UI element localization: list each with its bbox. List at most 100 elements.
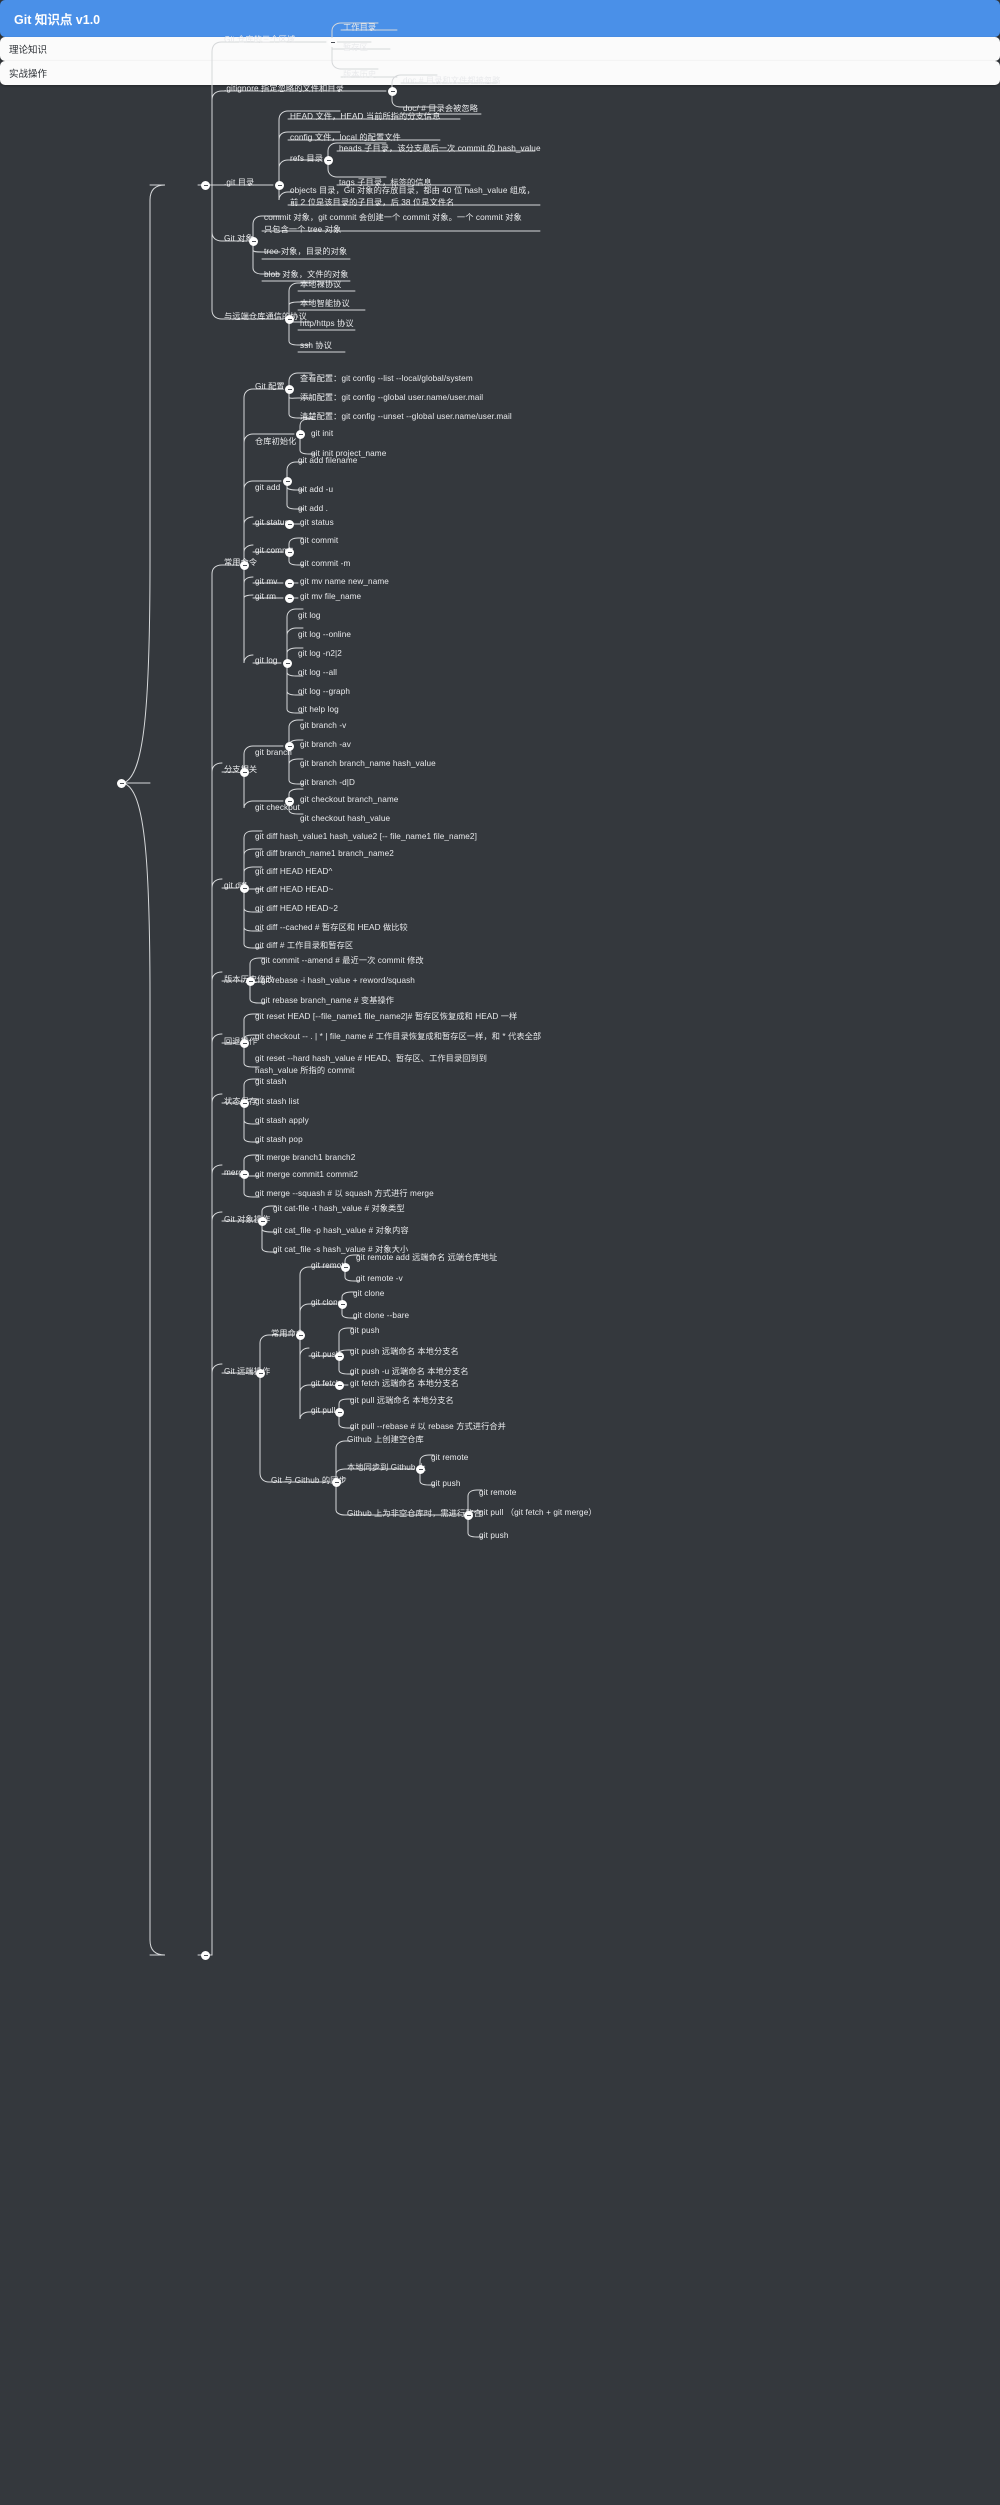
collapse-toggle-remote-ops[interactable] [256, 1369, 265, 1378]
node-protocol-local-bare[interactable]: 本地裸协议 [298, 279, 343, 293]
collapse-toggle-git-config[interactable] [285, 385, 294, 394]
node-git-diff-cached[interactable]: git diff --cached # 暂存区和 HEAD 做比较 [253, 922, 410, 936]
node-nonempty-push[interactable]: git push [477, 1530, 510, 1544]
node-git-stash-apply[interactable]: git stash apply [253, 1115, 311, 1129]
node-working-dir[interactable]: 工作目录 [341, 22, 378, 36]
node-git-mv-cmd[interactable]: git mv name new_name [298, 576, 391, 590]
node-fetch-cmd[interactable]: git fetch 远端命名 本地分支名 [348, 1378, 461, 1392]
collapse-toggle-git-log[interactable] [283, 659, 292, 668]
node-staging-area[interactable]: 暂存区 [341, 42, 370, 56]
node-clone-bare[interactable]: git clone --bare [351, 1310, 411, 1324]
node-git-stash-pop[interactable]: git stash pop [253, 1134, 305, 1148]
node-merge-branches[interactable]: git merge branch1 branch2 [253, 1152, 357, 1166]
node-git-branch-hash[interactable]: git branch branch_name hash_value [298, 758, 438, 772]
collapse-toggle-theory[interactable] [201, 181, 210, 190]
collapse-toggle-merge[interactable] [240, 1170, 249, 1179]
node-git-log[interactable]: git log [253, 655, 280, 669]
collapse-toggle-history[interactable] [246, 977, 255, 986]
collapse-toggle-objectops[interactable] [258, 1217, 267, 1226]
node-git-branch-av[interactable]: git branch -av [298, 739, 353, 753]
collapse-toggle-stash[interactable] [240, 1099, 249, 1108]
collapse-toggle-git-remote[interactable] [341, 1263, 350, 1272]
node-nonempty-remote[interactable]: git remote [477, 1487, 518, 1501]
collapse-toggle-git-pull[interactable] [335, 1408, 344, 1417]
node-protocols[interactable]: 与远端仓库通信的协议 [222, 311, 309, 325]
collapse-toggle-git-branch[interactable] [285, 742, 294, 751]
node-reset-hard[interactable]: git reset --hard hash_value # HEAD、暂存区、工… [253, 1053, 521, 1078]
node-push-cmd[interactable]: git push [348, 1325, 381, 1339]
node-git-areas[interactable]: Git 仓库的三个区域 [222, 34, 297, 48]
node-git-diff-head-tilde[interactable]: git diff HEAD HEAD~ [253, 884, 335, 898]
collapse-toggle-git-rm[interactable] [285, 594, 294, 603]
collapse-toggle-refs[interactable] [324, 156, 333, 165]
collapse-toggle-rollback[interactable] [240, 1039, 249, 1048]
node-protocol-http[interactable]: http/https 协议 [298, 318, 356, 332]
node-git-log-all[interactable]: git log --all [296, 667, 339, 681]
node-git-branch-d[interactable]: git branch -d|D [298, 777, 357, 791]
node-git-commit-m[interactable]: git commit -m [298, 558, 352, 572]
node-refs-dir[interactable]: refs 目录 [288, 153, 325, 167]
node-pull-rebase[interactable]: git pull --rebase # 以 rebase 方式进行合并 [348, 1421, 508, 1435]
node-remote-add[interactable]: git remote add 远端命名 远端仓库地址 [354, 1252, 499, 1266]
node-clone-cmd[interactable]: git clone [351, 1288, 386, 1302]
collapse-toggle-git-checkout[interactable] [285, 797, 294, 806]
node-gitignore-doc[interactable]: doc # 目录和文件都被忽略 [401, 75, 503, 89]
collapse-toggle-gitdir[interactable] [275, 181, 284, 190]
node-git-rm[interactable]: git rm [253, 591, 278, 605]
node-objects-dir[interactable]: objects 目录，Git 对象的存放目录，都由 40 位 hash_valu… [288, 185, 544, 210]
node-git-status-cmd[interactable]: git status [298, 517, 336, 531]
node-github-create-empty[interactable]: Github 上创建空仓库 [345, 1434, 426, 1448]
collapse-toggle-remote-common[interactable] [296, 1331, 305, 1340]
node-pull-cmd[interactable]: git pull 远端命名 本地分支名 [348, 1395, 456, 1409]
collapse-toggle-git-clone[interactable] [338, 1300, 347, 1309]
root-node[interactable]: Git 知识点 v1.0 [0, 0, 1000, 37]
node-cat-file-p[interactable]: git cat_file -p hash_value # 对象内容 [271, 1225, 411, 1239]
node-git-add-u[interactable]: git add -u [296, 484, 335, 498]
node-config-unset[interactable]: 清楚配置：git config --unset --global user.na… [298, 411, 514, 425]
node-git-stash[interactable]: git stash [253, 1076, 288, 1090]
node-git-pull[interactable]: git pull [309, 1405, 337, 1419]
collapse-toggle-git-status[interactable] [285, 520, 294, 529]
node-config-list[interactable]: 查看配置：git config --list --local/global/sy… [298, 373, 475, 387]
node-head-file[interactable]: HEAD 文件，HEAD 当前所指的分支信息 [288, 111, 443, 125]
node-git-rm-cmd[interactable]: git mv file_name [298, 591, 363, 605]
node-refs-heads[interactable]: heads 子目录，该分支最后一次 commit 的 hash_value [337, 143, 543, 157]
branch-theory[interactable]: 理论知识 [0, 37, 1000, 61]
collapse-toggle-git-push[interactable] [335, 1352, 344, 1361]
node-git-log-online[interactable]: git log --online [296, 629, 353, 643]
collapse-toggle-branch[interactable] [240, 768, 249, 777]
node-config-add[interactable]: 添加配置：git config --global user.name/user.… [298, 392, 485, 406]
node-git-branch-v[interactable]: git branch -v [298, 720, 348, 734]
node-git-mv[interactable]: git mv [253, 576, 279, 590]
node-git-add[interactable]: git add [253, 482, 282, 496]
node-git-checkout-branch[interactable]: git checkout branch_name [298, 794, 400, 808]
node-git-diff-branches[interactable]: git diff branch_name1 branch_name2 [253, 848, 396, 862]
collapse-toggle-gitobjects[interactable] [249, 237, 258, 246]
node-git-config[interactable]: Git 配置 [253, 381, 287, 395]
collapse-toggle-github-sync[interactable] [332, 1478, 341, 1487]
node-rebase-branch[interactable]: git rebase branch_name # 变基操作 [259, 995, 396, 1009]
node-protocol-ssh[interactable]: ssh 协议 [298, 340, 334, 354]
node-commit-amend[interactable]: git commit --amend # 最近一次 commit 修改 [259, 955, 426, 969]
node-checkout-restore[interactable]: git checkout -- . | * | file_name # 工作目录… [253, 1031, 543, 1045]
node-git-checkout[interactable]: git checkout [253, 802, 302, 816]
collapse-toggle-areas[interactable] [328, 38, 337, 47]
node-version-history[interactable]: 版本历史 [341, 69, 378, 83]
collapse-toggle-git-mv[interactable] [285, 579, 294, 588]
node-nonempty-pull[interactable]: git pull （git fetch + git merge） [477, 1507, 599, 1521]
node-sync-push[interactable]: git push [429, 1478, 462, 1492]
node-git-diff-head-caret[interactable]: git diff HEAD HEAD^ [253, 866, 334, 880]
collapse-toggle-git-fetch[interactable] [335, 1381, 344, 1390]
node-push-remote-branch[interactable]: git push 远端命名 本地分支名 [348, 1346, 461, 1360]
node-git-commit-cmd[interactable]: git commit [298, 535, 340, 549]
node-git-checkout-hash[interactable]: git checkout hash_value [298, 813, 392, 827]
collapse-toggle-repo-init[interactable] [296, 430, 305, 439]
node-merge-commits[interactable]: git merge commit1 commit2 [253, 1169, 360, 1183]
collapse-toggle-protocols[interactable] [285, 315, 294, 324]
node-git-help-log[interactable]: git help log [296, 704, 341, 718]
node-remote-v[interactable]: git remote -v [354, 1273, 405, 1287]
node-commit-object[interactable]: commit 对象，git commit 会创建一个 commit 对象。一个 … [262, 212, 524, 237]
node-git-dir[interactable]: .git 目录 [222, 177, 256, 191]
collapse-toggle-git-commit[interactable] [285, 548, 294, 557]
node-git-diff-hashes[interactable]: git diff hash_value1 hash_value2 [-- fil… [253, 831, 479, 845]
